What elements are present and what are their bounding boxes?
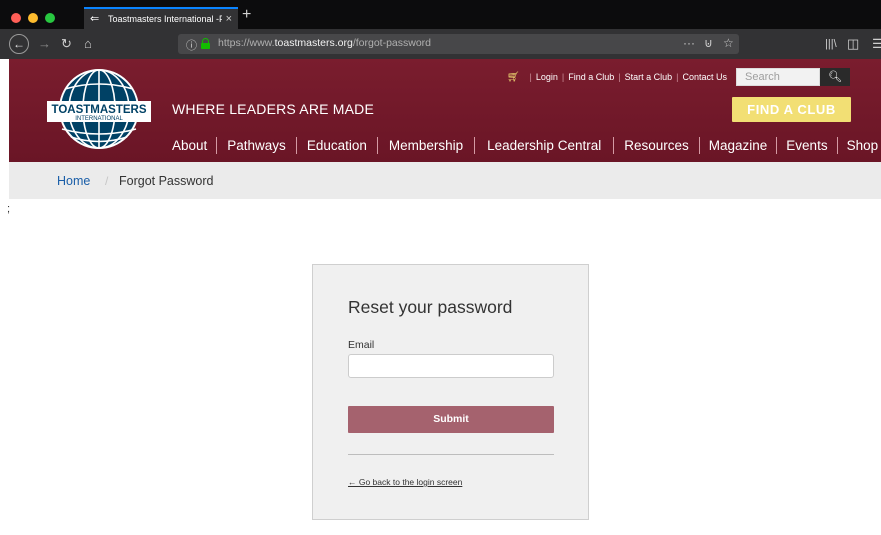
sidebar-icon[interactable]: ◫	[847, 36, 859, 52]
utility-nav: 🛒︎ | Login | Find a Club | Start a Club …	[507, 68, 881, 86]
nav-membership[interactable]: Membership	[389, 138, 463, 153]
logo-text: TOASTMASTERS	[52, 104, 147, 116]
nav-events[interactable]: Events	[786, 138, 827, 153]
email-field[interactable]	[348, 354, 554, 378]
find-a-club-link[interactable]: Find a Club	[568, 72, 614, 82]
submit-button[interactable]: Submit	[348, 406, 554, 433]
breadcrumb: Home / Forgot Password	[9, 162, 881, 199]
tab-close-icon[interactable]: ×	[226, 13, 232, 25]
search-input[interactable]: Search	[736, 68, 820, 86]
back-to-login-link[interactable]: ← Go back to the login screen	[348, 477, 462, 487]
forward-arrow-icon[interactable]: →	[38, 36, 51, 52]
cart-icon[interactable]: 🛒︎	[507, 72, 520, 83]
back-arrow-favicon-icon: ⇐	[90, 13, 100, 25]
breadcrumb-home-link[interactable]: Home	[57, 174, 90, 188]
nav-shop[interactable]: Shop	[847, 138, 879, 153]
utility-separator: |	[618, 72, 621, 82]
browser-nav-bar: ← → ↻ ⌂ ⓘ https://www.toastmasters.org/f…	[0, 29, 881, 59]
window-zoom-button[interactable]	[45, 13, 55, 23]
nav-separator	[376, 137, 378, 154]
toastmasters-logo[interactable]: TOASTMASTERS INTERNATIONAL	[47, 67, 151, 151]
nav-separator	[836, 137, 838, 154]
info-icon[interactable]: ⓘ	[186, 37, 197, 53]
contact-us-link[interactable]: Contact Us	[682, 72, 727, 82]
nav-resources[interactable]: Resources	[624, 138, 689, 153]
page-title: Reset your password	[348, 297, 513, 317]
browser-tab[interactable]: ⇐ Toastmasters International -For ×	[84, 7, 238, 29]
reload-icon[interactable]: ↻	[61, 36, 72, 52]
nav-separator	[698, 137, 700, 154]
search-icon[interactable]: 🔍︎	[820, 68, 850, 86]
nav-pathways[interactable]: Pathways	[227, 138, 286, 153]
lock-icon	[201, 38, 210, 49]
url-text: https://www.toastmasters.org/forgot-pass…	[218, 37, 432, 49]
bookmark-star-icon[interactable]: ☆	[723, 36, 734, 50]
tab-title: Toastmasters International -For	[108, 14, 222, 24]
window-close-button[interactable]	[11, 13, 21, 23]
nav-education[interactable]: Education	[307, 138, 367, 153]
start-a-club-link[interactable]: Start a Club	[625, 72, 673, 82]
nav-separator	[474, 137, 476, 154]
login-link[interactable]: Login	[536, 72, 558, 82]
nav-magazine[interactable]: Magazine	[709, 138, 768, 153]
home-icon[interactable]: ⌂	[84, 36, 92, 52]
breadcrumb-current: Forgot Password	[119, 174, 214, 188]
find-a-club-button[interactable]: FIND A CLUB	[732, 97, 851, 122]
email-label: Email	[348, 339, 375, 351]
nav-about[interactable]: About	[172, 138, 207, 153]
logo-subtext: INTERNATIONAL	[75, 116, 123, 122]
reset-password-card: Reset your password Email Submit ← Go ba…	[312, 264, 589, 520]
main-nav: About Pathways Education Membership Lead…	[172, 137, 878, 154]
site-header: 🛒︎ | Login | Find a Club | Start a Club …	[9, 59, 881, 162]
utility-separator: |	[561, 72, 565, 82]
address-bar[interactable]: ⓘ https://www.toastmasters.org/forgot-pa…	[178, 34, 739, 54]
nav-separator	[776, 137, 778, 154]
breadcrumb-separator: /	[105, 174, 109, 188]
browser-tab-bar: ⇐ Toastmasters International -For × +	[0, 0, 881, 29]
nav-separator	[216, 137, 218, 154]
window-minimize-button[interactable]	[28, 13, 38, 23]
back-arrow-icon[interactable]: ←	[9, 34, 29, 54]
utility-separator: |	[529, 72, 532, 82]
nav-leadership-central[interactable]: Leadership Central	[487, 138, 601, 153]
utility-separator: |	[676, 72, 679, 82]
tagline: WHERE LEADERS ARE MADE	[172, 101, 374, 117]
nav-separator	[295, 137, 297, 154]
library-icon[interactable]: |||\	[825, 36, 837, 52]
page-actions-icon[interactable]: ···	[683, 36, 695, 50]
stray-text: ;	[7, 203, 11, 215]
menu-icon[interactable]: ☰	[872, 36, 881, 52]
new-tab-button[interactable]: +	[242, 7, 251, 23]
pocket-icon[interactable]: ⊍	[704, 36, 713, 50]
nav-separator	[613, 137, 615, 154]
divider	[348, 454, 554, 455]
